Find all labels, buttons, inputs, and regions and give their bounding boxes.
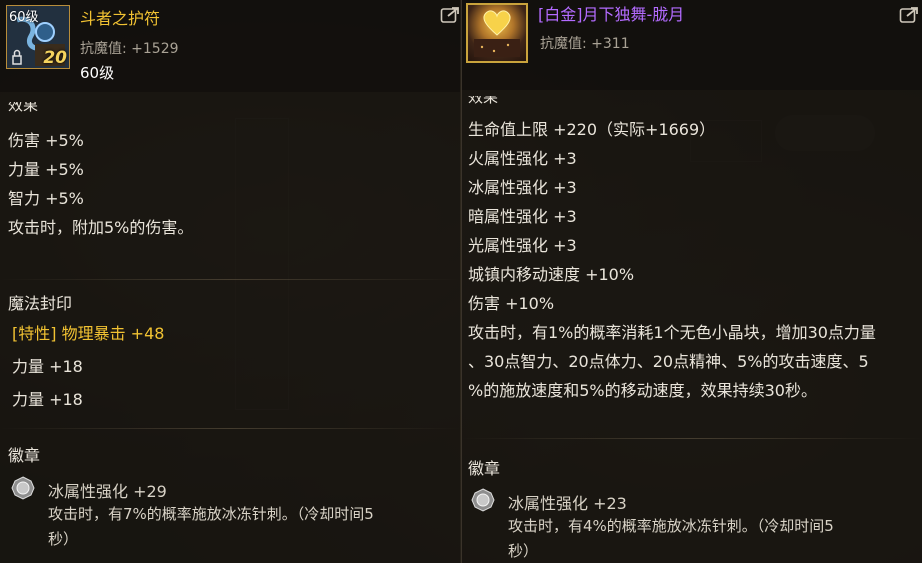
effect-line: 攻击时，有1%的概率消耗1个无色小晶块，增加30点力量 xyxy=(468,323,876,342)
effect-line: 伤害 +10% xyxy=(468,294,555,313)
item-level-badge: 60级 xyxy=(9,10,39,25)
share-icon[interactable] xyxy=(440,6,460,24)
magic-seal-line: [特性] 物理暴击 +48 xyxy=(12,324,165,343)
equipped-item-tooltip: 60级 20 斗者之护符 抗魔值: +1529 60级 效果 伤害 +5% 力量… xyxy=(0,0,460,563)
magic-seal-line: 力量 +18 xyxy=(12,357,83,376)
upgrade-level: 20 xyxy=(43,48,67,68)
amulet-item-icon[interactable]: 60级 20 xyxy=(6,5,70,69)
tooltip-header: 60级 20 斗者之护符 抗魔值: +1529 60级 xyxy=(0,0,460,92)
magic-seal-title: 魔法封印 xyxy=(8,294,73,313)
item-name: [白金]月下独舞-胧月 xyxy=(538,5,685,24)
emblem-description-cont: 秒） xyxy=(48,530,79,548)
effect-line: 力量 +5% xyxy=(8,160,84,179)
moon-heart-icon xyxy=(474,10,520,57)
item-name: 斗者之护符 xyxy=(80,9,161,28)
effect-line: 城镇内移动速度 +10% xyxy=(468,265,635,284)
emblem-section-title: 徽章 xyxy=(468,459,501,478)
effect-line: 火属性强化 +3 xyxy=(468,149,577,168)
effect-line: 冰属性强化 +3 xyxy=(468,178,577,197)
required-level: 60级 xyxy=(80,64,115,82)
effect-section-title: 效果 xyxy=(8,96,39,114)
effect-line: 生命值上限 +220（实际+1669） xyxy=(468,120,716,139)
effect-line: %的施放速度和5%的移动速度，效果持续30秒。 xyxy=(468,381,817,400)
magic-resist-stat: 抗魔值: +1529 xyxy=(80,41,179,57)
item-compare-tooltips: 60级 20 斗者之护符 抗魔值: +1529 60级 效果 伤害 +5% 力量… xyxy=(0,0,922,563)
effect-line: 、30点智力、20点体力、20点精神、5%的攻击速度、5 xyxy=(468,352,869,371)
magic-resist-stat: 抗魔值: +311 xyxy=(540,36,630,52)
section-divider xyxy=(0,279,460,280)
emblem-description-cont: 秒） xyxy=(508,542,539,560)
compared-item-tooltip: [白金]月下独舞-胧月 抗魔值: +311 效果 生命值上限 +220（实际+1… xyxy=(461,0,922,563)
costume-item-icon[interactable] xyxy=(466,3,528,63)
effect-line: 光属性强化 +3 xyxy=(468,236,577,255)
emblem-section-title: 徽章 xyxy=(8,446,41,465)
magic-seal-line: 力量 +18 xyxy=(12,390,83,409)
effect-line: 智力 +5% xyxy=(8,189,84,208)
tooltip-header: [白金]月下独舞-胧月 抗魔值: +311 xyxy=(462,0,922,90)
section-divider xyxy=(462,438,922,439)
effect-line: 暗属性强化 +3 xyxy=(468,207,577,226)
emblem-stat: 冰属性强化 +29 xyxy=(48,482,167,501)
silver-emblem-icon[interactable] xyxy=(471,488,495,512)
emblem-stat: 冰属性强化 +23 xyxy=(508,494,627,513)
share-icon[interactable] xyxy=(899,6,919,24)
section-divider xyxy=(0,428,460,429)
effect-line: 攻击时，附加5%的伤害。 xyxy=(8,218,194,237)
emblem-description: 攻击时，有7%的概率施放冰冻针刺。（冷却时间5 xyxy=(48,505,374,523)
effect-line: 伤害 +5% xyxy=(8,131,84,150)
silver-emblem-icon[interactable] xyxy=(11,476,35,500)
emblem-description: 攻击时，有4%的概率施放冰冻针刺。（冷却时间5 xyxy=(508,517,834,535)
